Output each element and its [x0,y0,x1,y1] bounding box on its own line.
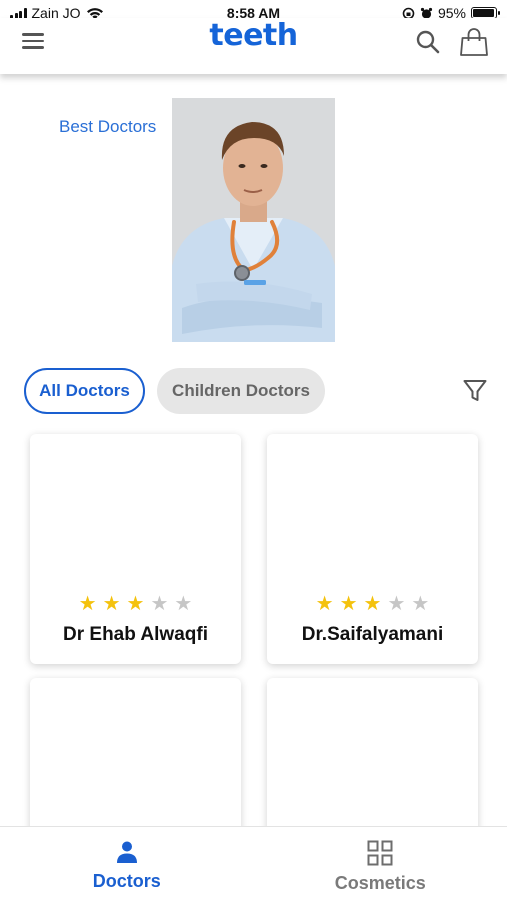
rating-stars: ★ ★ ★ ★ ★ [30,594,241,614]
shopping-bag-icon[interactable] [459,26,489,58]
signal-icon [10,7,27,19]
banner-label: Best Doctors [59,117,157,136]
doctor-card[interactable]: ★ ★ ★ ★ ★ Dr Ehab Alwaqfi [30,434,241,664]
star-filled-icon: ★ [126,593,145,615]
hamburger-menu-icon[interactable] [22,28,48,54]
star-empty-icon: ★ [150,593,169,615]
star-empty-icon: ★ [411,593,430,615]
doctor-filter-chips: All Doctors Children Doctors [24,368,489,414]
app-header: teeth [0,18,507,74]
bottom-nav: Doctors Cosmetics [0,826,507,900]
nav-doctors-label: Doctors [92,871,161,891]
star-filled-icon: ★ [78,593,97,615]
star-filled-icon: ★ [315,593,334,615]
star-filled-icon: ★ [363,593,382,615]
nav-cosmetics-label: Cosmetics [334,873,426,893]
doctor-photo [172,98,335,342]
doctor-card[interactable]: ★ ★ ★ ★ ★ Dr.Saifalyamani [267,434,478,664]
star-filled-icon: ★ [339,593,358,615]
doctor-name: Dr.Saifalyamani [301,624,444,645]
star-empty-icon: ★ [387,593,406,615]
best-doctors-banner[interactable]: Best Doctors [0,98,507,344]
logo-text: teeth [209,18,298,53]
filter-funnel-icon[interactable] [461,377,489,405]
chip-children-doctors[interactable]: Children Doctors [157,368,325,414]
nav-doctors[interactable]: Doctors [0,827,254,900]
nav-cosmetics[interactable]: Cosmetics [254,827,507,900]
rating-stars: ★ ★ ★ ★ ★ [267,594,478,614]
person-icon [116,841,137,863]
header-actions [413,26,489,58]
battery-fill [473,9,494,17]
search-icon[interactable] [413,26,443,58]
chip-all-doctors[interactable]: All Doctors [24,368,145,414]
star-filled-icon: ★ [102,593,121,615]
star-empty-icon: ★ [174,593,193,615]
grid-icon [367,840,393,866]
doctor-name: Dr Ehab Alwaqfi [63,624,208,645]
